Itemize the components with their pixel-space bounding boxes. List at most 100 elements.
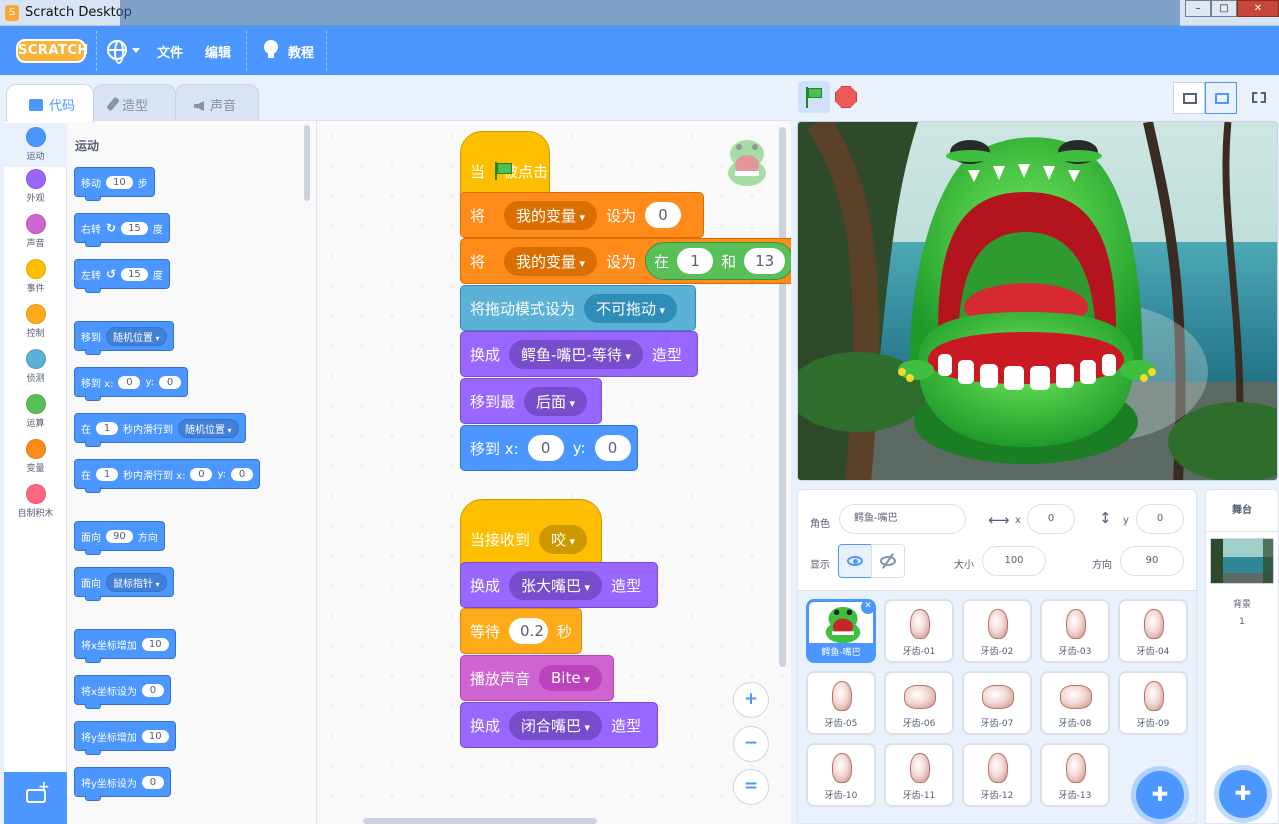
hide-sprite-button[interactable] [871, 544, 905, 578]
block-dropdown[interactable]: 随机位置 [106, 326, 167, 346]
category-operators[interactable]: 运算 [4, 394, 67, 429]
menu-tutorials[interactable]: 教程 [288, 42, 314, 61]
block-input[interactable]: 0 [118, 375, 141, 389]
sprite-tile[interactable]: 牙齿-01 [884, 599, 954, 663]
block-input[interactable]: 13 [744, 248, 786, 274]
category-variables[interactable]: 变量 [4, 439, 67, 474]
category-motion[interactable]: 运动 [4, 123, 67, 167]
sprite-tile[interactable]: 牙齿-08 [1040, 671, 1110, 735]
language-globe-icon[interactable] [107, 40, 127, 64]
block-set-x[interactable]: 将x坐标设为 0 [74, 675, 171, 709]
block-go-to-layer[interactable]: 移到最 后面 [460, 378, 602, 424]
y-position-input[interactable]: 0 [1136, 504, 1184, 534]
block-wait-seconds[interactable]: 等待 0.2 秒 [460, 608, 582, 654]
menu-edit[interactable]: 编辑 [205, 42, 231, 61]
menu-file[interactable]: 文件 [157, 42, 183, 61]
block-point-towards[interactable]: 面向 鼠标指针 [74, 567, 174, 601]
block-input[interactable]: 0 [231, 467, 254, 481]
category-sound[interactable]: 声音 [4, 214, 67, 249]
block-dropdown[interactable]: 后面 [524, 386, 588, 416]
block-input[interactable]: 10 [141, 729, 169, 743]
block-goto-xy[interactable]: 移到 x: 0 y: 0 [74, 367, 189, 401]
zoom-out-button[interactable]: − [733, 726, 769, 762]
green-flag-button[interactable] [798, 81, 830, 113]
block-input[interactable]: 0 [527, 435, 564, 461]
block-when-i-receive[interactable]: 当接收到 咬 [460, 499, 602, 569]
large-stage-button[interactable] [1205, 82, 1237, 114]
block-input[interactable]: 0 [190, 467, 213, 481]
block-dropdown[interactable]: 我的变量 [504, 200, 598, 230]
small-stage-button[interactable] [1173, 82, 1205, 114]
choose-sprite-button[interactable]: ✚ [1136, 771, 1184, 819]
block-change-y[interactable]: 将y坐标增加 10 [74, 721, 176, 755]
minimize-button[interactable]: – [1185, 0, 1211, 17]
sprite-tile[interactable]: 牙齿-13 [1040, 743, 1110, 807]
script-workspace[interactable]: 当 被点击 将 我的变量 设为 0 将 我的变量 设为 在 1 和 13 将拖动… [317, 120, 791, 824]
stop-button[interactable] [835, 86, 857, 108]
block-goto[interactable]: 移到 随机位置 [74, 321, 174, 355]
block-input[interactable]: 10 [106, 175, 133, 189]
tab-code[interactable]: 代码 [6, 84, 94, 122]
sprite-name-input[interactable]: 鳄鱼-嘴巴 [839, 504, 966, 534]
category-my-blocks[interactable]: 自制积木 [4, 484, 67, 519]
sprite-tile[interactable]: 牙齿-02 [962, 599, 1032, 663]
workspace-vertical-scrollbar[interactable] [779, 127, 786, 667]
zoom-in-button[interactable]: + [733, 682, 769, 718]
category-events[interactable]: 事件 [4, 259, 67, 294]
sprite-tile[interactable]: 牙齿-04 [1118, 599, 1188, 663]
block-dropdown[interactable]: 张大嘴巴 [509, 570, 603, 600]
scratch-logo[interactable]: SCRATCH [16, 39, 88, 63]
block-input[interactable]: 0 [141, 775, 164, 789]
block-when-flag-clicked[interactable]: 当 被点击 [460, 131, 550, 201]
block-turn-right[interactable]: 右转 ↻ 15 度 [74, 213, 170, 247]
category-sensing[interactable]: 侦测 [4, 349, 67, 384]
workspace-horizontal-scrollbar[interactable] [363, 818, 597, 824]
block-dropdown[interactable]: 鳄鱼-嘴巴-等待 [509, 339, 643, 369]
tab-costumes[interactable]: 造型 [93, 84, 176, 120]
block-dropdown[interactable]: Bite [539, 665, 602, 691]
sprite-tile[interactable]: 牙齿-05 [806, 671, 876, 735]
block-input[interactable]: 15 [121, 267, 148, 281]
block-input[interactable]: 1 [96, 467, 118, 481]
block-switch-costume[interactable]: 换成 鳄鱼-嘴巴-等待 造型 [460, 331, 698, 377]
category-looks[interactable]: 外观 [4, 169, 67, 204]
block-input[interactable]: 0.2 [509, 618, 548, 644]
block-set-drag-mode[interactable]: 将拖动模式设为 不可拖动 [460, 285, 696, 331]
direction-input[interactable]: 90 [1120, 546, 1184, 576]
block-play-sound[interactable]: 播放声音 Bite [460, 655, 614, 701]
block-dropdown[interactable]: 随机位置 [178, 418, 239, 438]
block-input[interactable]: 0 [159, 375, 182, 389]
size-input[interactable]: 100 [982, 546, 1046, 576]
stage-canvas[interactable] [797, 121, 1278, 481]
block-move-steps[interactable]: 移动 10 步 [74, 167, 155, 201]
block-dropdown[interactable]: 咬 [539, 524, 588, 554]
block-glide-to[interactable]: 在 1 秒内滑行到 随机位置 [74, 413, 246, 447]
fullscreen-button[interactable] [1243, 82, 1275, 114]
block-input[interactable]: 0 [645, 202, 682, 228]
block-input[interactable]: 1 [96, 421, 118, 435]
block-glide-xy[interactable]: 在 1 秒内滑行到 x: 0 y: 0 [74, 459, 261, 493]
choose-backdrop-button[interactable]: ✚ [1219, 770, 1267, 818]
show-sprite-button[interactable] [838, 544, 872, 578]
sprite-tile[interactable]: 牙齿-06 [884, 671, 954, 735]
block-set-y[interactable]: 将y坐标设为 0 [74, 767, 171, 801]
block-set-variable-random[interactable]: 将 我的变量 设为 在 1 和 13 [460, 238, 791, 284]
block-dropdown[interactable]: 鼠标指针 [106, 572, 167, 592]
sprite-tile[interactable]: ✕ 鳄鱼-嘴巴 [806, 599, 876, 663]
zoom-reset-button[interactable]: = [733, 769, 769, 805]
block-point-direction[interactable]: 面向 90 方向 [74, 521, 165, 555]
x-position-input[interactable]: 0 [1027, 504, 1075, 534]
block-goto-xy[interactable]: 移到 x: 0 y: 0 [460, 425, 638, 471]
block-input[interactable]: 10 [141, 637, 169, 651]
block-pick-random[interactable]: 在 1 和 13 [645, 242, 791, 280]
palette-scrollbar[interactable] [304, 125, 310, 201]
block-input[interactable]: 90 [106, 529, 133, 543]
block-dropdown[interactable]: 我的变量 [504, 246, 598, 276]
sprite-tile[interactable]: 牙齿-12 [962, 743, 1032, 807]
sprite-tile[interactable]: 牙齿-11 [884, 743, 954, 807]
add-extension-button[interactable] [4, 772, 67, 824]
block-input[interactable]: 0 [594, 435, 631, 461]
sprite-tile[interactable]: 牙齿-03 [1040, 599, 1110, 663]
block-dropdown[interactable]: 闭合嘴巴 [509, 710, 603, 740]
block-switch-costume[interactable]: 换成 闭合嘴巴 造型 [460, 702, 658, 748]
